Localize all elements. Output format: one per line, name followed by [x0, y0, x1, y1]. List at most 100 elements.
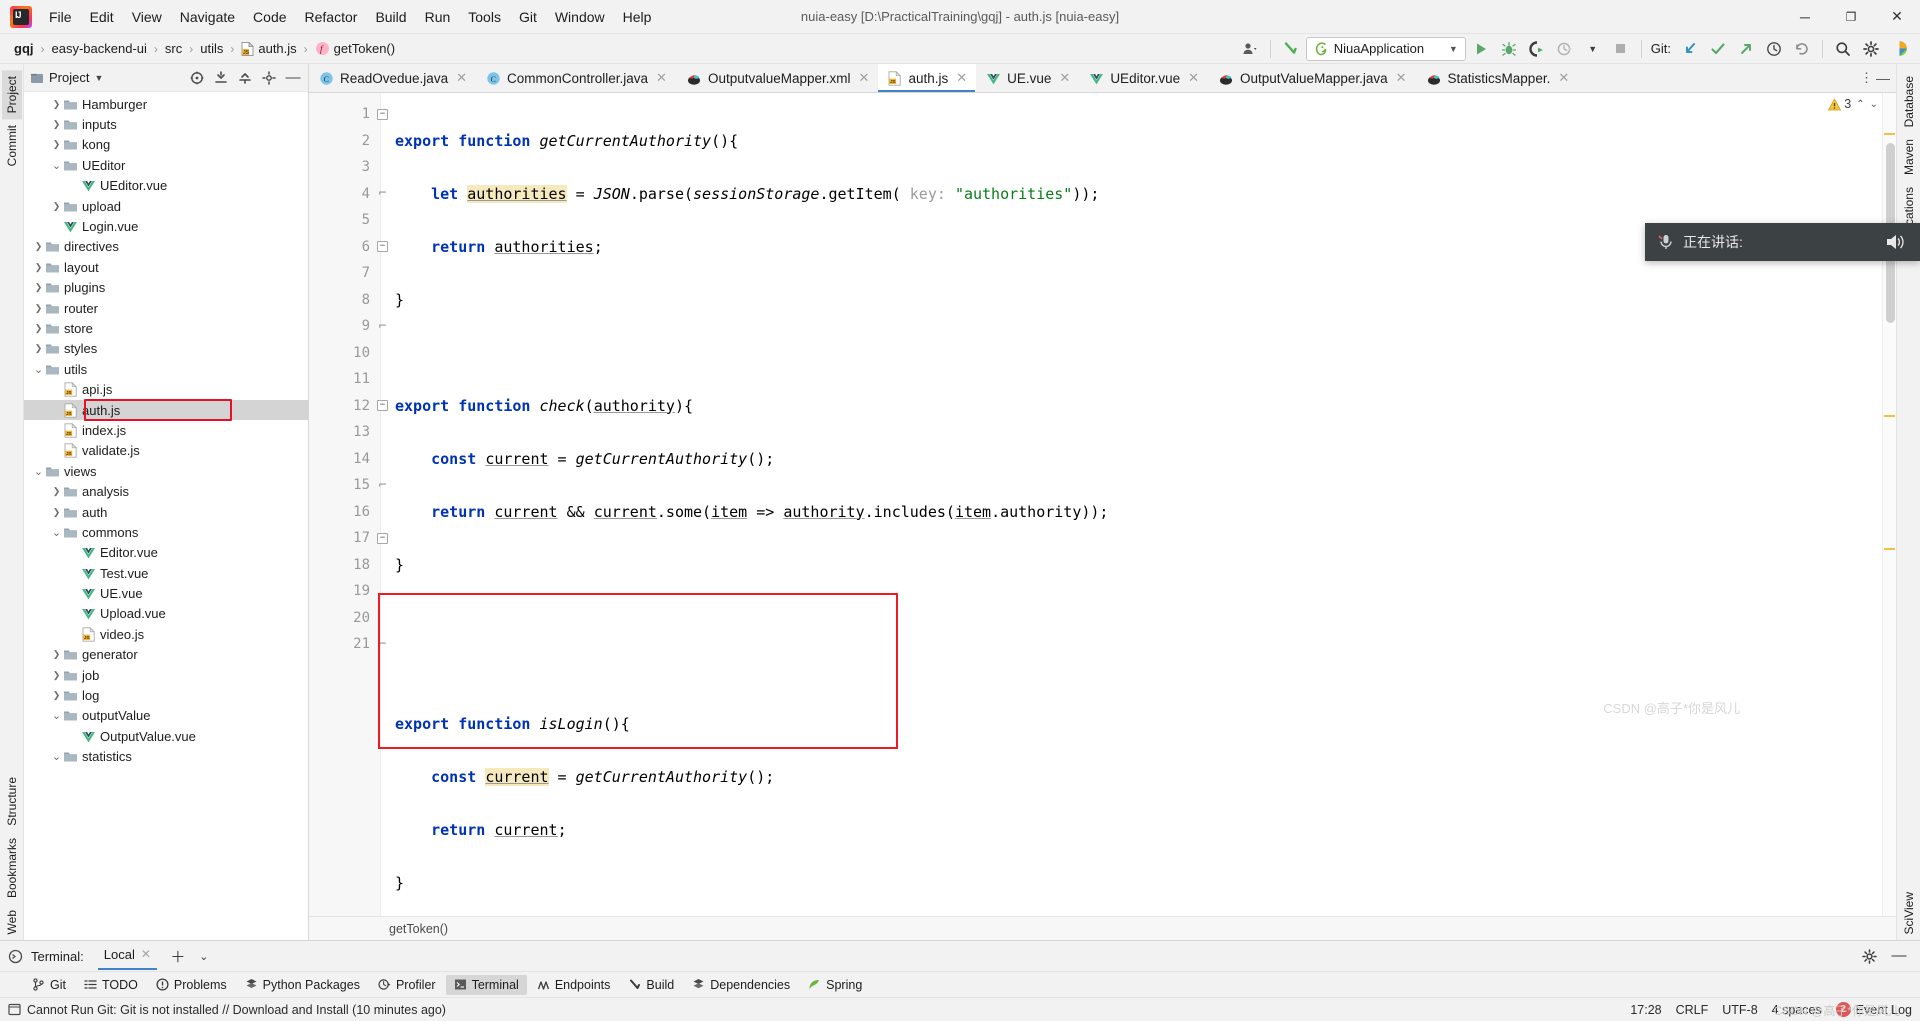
tree-file-row[interactable]: JSauth.js — [24, 400, 308, 420]
terminal-settings-icon[interactable] — [1856, 944, 1882, 968]
editor-tab[interactable]: OutputvalueMapper.xml✕ — [676, 64, 878, 92]
terminal-tab-local[interactable]: Local ✕ — [98, 943, 157, 970]
menu-run[interactable]: Run — [416, 5, 460, 29]
close-icon[interactable]: ✕ — [1396, 70, 1407, 86]
sidebar-item-bookmarks[interactable]: Bookmarks — [2, 832, 22, 904]
collapse-all-button[interactable] — [234, 67, 256, 89]
gutter-line[interactable]: 13 — [309, 419, 380, 446]
status-line-separator[interactable]: CRLF — [1676, 1003, 1709, 1017]
breadcrumb-item-file[interactable]: JS auth.js — [237, 40, 300, 57]
close-icon[interactable]: ✕ — [1188, 70, 1199, 86]
menu-code[interactable]: Code — [244, 5, 295, 29]
gutter-line[interactable]: 15⌐ — [309, 472, 380, 499]
tree-folder-row[interactable]: ⌄commons — [24, 522, 308, 542]
editor-tabs[interactable]: CReadOvedue.java✕CCommonController.java✕… — [309, 64, 1896, 93]
menu-help[interactable]: Help — [614, 5, 661, 29]
tree-file-row[interactable]: JSapi.js — [24, 379, 308, 399]
toolwindow-button-profiler[interactable]: Profiler — [370, 975, 444, 995]
sidebar-item-sciview[interactable]: SciView — [1899, 886, 1919, 940]
close-icon[interactable]: ✕ — [1059, 70, 1070, 86]
new-terminal-tab-button[interactable]: ＋ — [165, 944, 191, 968]
editor-tab[interactable]: UE.vue✕ — [976, 64, 1079, 92]
editor-bottom-breadcrumb[interactable]: getToken() — [309, 916, 1896, 940]
tab-list-button[interactable]: ⋮ — [1860, 70, 1873, 86]
profile-dropdown-button[interactable]: ▼ — [1580, 37, 1606, 61]
tree-folder-row[interactable]: ⌄UEditor — [24, 155, 308, 175]
gutter-line[interactable]: 14 — [309, 446, 380, 473]
gutter-line[interactable]: 18 — [309, 552, 380, 579]
git-history-button[interactable] — [1761, 37, 1787, 61]
toolwindow-button-python-packages[interactable]: Python Packages — [237, 975, 368, 995]
sidebar-item-database[interactable]: Database — [1899, 70, 1919, 133]
code-editor[interactable]: 1−234⌐56−789⌐101112−131415⌐1617−18192021… — [309, 93, 1896, 916]
tree-disclosure-arrow[interactable]: ⌄ — [50, 750, 63, 763]
expand-all-button[interactable] — [210, 67, 232, 89]
menu-build[interactable]: Build — [366, 5, 415, 29]
tree-file-row[interactable]: Upload.vue — [24, 604, 308, 624]
tree-file-row[interactable]: JSindex.js — [24, 420, 308, 440]
user-account-button[interactable] — [1237, 37, 1263, 61]
hide-panel-button[interactable]: — — [282, 67, 304, 89]
gutter-line[interactable]: 7 — [309, 260, 380, 287]
gutter-line[interactable]: 21⌐ — [309, 631, 380, 658]
gutter-line[interactable]: 11 — [309, 366, 380, 393]
tree-folder-row[interactable]: ❯router — [24, 298, 308, 318]
menu-navigate[interactable]: Navigate — [171, 5, 244, 29]
editor-tab[interactable]: StatisticsMapper.✕ — [1416, 64, 1579, 92]
tree-folder-row[interactable]: ❯job — [24, 665, 308, 685]
tree-folder-row[interactable]: ❯inputs — [24, 114, 308, 134]
speech-toast[interactable]: 正在讲话: — [1645, 223, 1920, 261]
menu-refactor[interactable]: Refactor — [296, 5, 367, 29]
close-icon[interactable]: ✕ — [859, 70, 870, 86]
tree-folder-row[interactable]: ❯auth — [24, 502, 308, 522]
hide-terminal-button[interactable]: — — [1886, 944, 1912, 968]
status-message-group[interactable]: Cannot Run Git: Git is not installed // … — [8, 1003, 446, 1017]
tree-folder-row[interactable]: ⌄views — [24, 461, 308, 481]
tree-folder-row[interactable]: ❯analysis — [24, 481, 308, 501]
gutter-line[interactable]: 17− — [309, 525, 380, 552]
warning-marker[interactable] — [1884, 415, 1895, 417]
menu-edit[interactable]: Edit — [81, 5, 123, 29]
close-icon[interactable]: ✕ — [656, 70, 667, 86]
tree-file-row[interactable]: UE.vue — [24, 583, 308, 603]
status-encoding[interactable]: UTF-8 — [1722, 1003, 1757, 1017]
tree-disclosure-arrow[interactable]: ❯ — [50, 119, 63, 130]
editor-gutter[interactable]: 1−234⌐56−789⌐101112−131415⌐1617−18192021… — [309, 93, 381, 916]
gutter-line[interactable]: 20 — [309, 605, 380, 632]
tree-disclosure-arrow[interactable]: ❯ — [32, 241, 45, 252]
tree-folder-row[interactable]: ❯styles — [24, 339, 308, 359]
search-everywhere-icon[interactable] — [1830, 37, 1856, 61]
breadcrumb-item-utils[interactable]: utils — [196, 40, 227, 57]
tree-disclosure-arrow[interactable]: ❯ — [50, 99, 63, 110]
menu-file[interactable]: File — [40, 5, 81, 29]
close-icon[interactable]: ✕ — [456, 70, 467, 86]
tree-file-row[interactable]: Editor.vue — [24, 543, 308, 563]
tree-disclosure-arrow[interactable]: ❯ — [50, 670, 63, 681]
tree-disclosure-arrow[interactable]: ⌄ — [32, 363, 45, 376]
tree-folder-row[interactable]: ❯directives — [24, 237, 308, 257]
chevron-down-icon[interactable]: ⌄ — [1870, 99, 1878, 110]
tree-folder-row[interactable]: ❯generator — [24, 645, 308, 665]
toolwindow-button-todo[interactable]: TODO — [76, 975, 146, 995]
tree-disclosure-arrow[interactable]: ⌄ — [50, 709, 63, 722]
toolwindow-button-terminal[interactable]: Terminal — [446, 975, 527, 995]
tree-file-row[interactable]: UEditor.vue — [24, 176, 308, 196]
tree-disclosure-arrow[interactable]: ⌄ — [50, 159, 63, 172]
status-message[interactable]: Cannot Run Git: Git is not installed // … — [27, 1003, 446, 1017]
editor-tab[interactable]: UEditor.vue✕ — [1079, 64, 1208, 92]
tree-disclosure-arrow[interactable]: ❯ — [32, 323, 45, 334]
gutter-line[interactable]: 19 — [309, 578, 380, 605]
tree-folder-row[interactable]: ❯store — [24, 318, 308, 338]
run-with-coverage-button[interactable] — [1524, 37, 1550, 61]
tree-disclosure-arrow[interactable]: ⌄ — [50, 526, 63, 539]
tree-disclosure-arrow[interactable]: ❯ — [50, 201, 63, 212]
gutter-line[interactable]: 16 — [309, 499, 380, 526]
sidebar-item-structure[interactable]: Structure — [2, 771, 22, 832]
close-icon[interactable]: ✕ — [956, 70, 967, 86]
gutter-line[interactable]: 1− — [309, 101, 380, 128]
tree-disclosure-arrow[interactable]: ❯ — [32, 343, 45, 354]
warning-marker[interactable] — [1884, 548, 1895, 550]
panel-options-button[interactable] — [258, 67, 280, 89]
tree-folder-row[interactable]: ❯kong — [24, 135, 308, 155]
sidebar-item-commit[interactable]: Commit — [2, 119, 22, 172]
